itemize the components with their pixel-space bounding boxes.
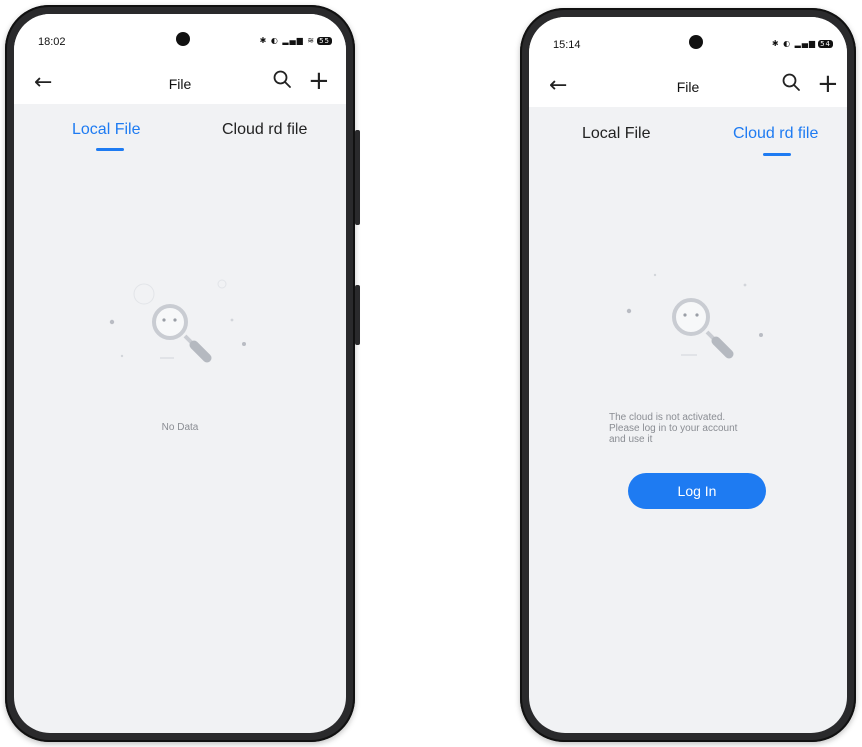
app-bar: ← File +	[529, 67, 847, 107]
message-line: Please log in to your account	[609, 423, 738, 434]
tab-active-indicator	[763, 153, 791, 156]
battery-icon: 54	[818, 40, 833, 48]
app-bar: ← File +	[14, 64, 346, 104]
status-time: 18:02	[38, 36, 66, 48]
plus-icon[interactable]: +	[308, 66, 330, 96]
tab-active-indicator	[96, 148, 124, 151]
cloud-not-activated-message: The cloud is not activated. Please log i…	[609, 412, 789, 445]
phone-left: 18:02 ✱ ◐ ▂▄▆ ≋ 55 ← File + Local File Cl…	[5, 5, 360, 742]
status-icons: ✱ ◐ ▂▄▆ 54	[771, 39, 833, 48]
plus-icon[interactable]: +	[817, 69, 839, 99]
tab-cloud-file[interactable]: Cloud rd file	[222, 121, 307, 139]
power-button	[355, 285, 360, 345]
front-camera	[689, 35, 703, 49]
empty-search-illustration	[605, 255, 775, 385]
volume-button	[355, 130, 360, 225]
status-bar: 15:14 ✱ ◐ ▂▄▆ 54	[529, 17, 847, 67]
log-in-button[interactable]: Log In	[628, 473, 766, 509]
tab-local-file[interactable]: Local File	[72, 121, 140, 139]
screen: 15:14 ✱ ◐ ▂▄▆ 54 ← File + Local File Clou…	[529, 17, 847, 733]
message-line: The cloud is not activated.	[609, 412, 726, 423]
phone-right: 15:14 ✱ ◐ ▂▄▆ 54 ← File + Local File Clou…	[520, 8, 856, 742]
tab-cloud-file[interactable]: Cloud rd file	[733, 125, 818, 143]
front-camera	[176, 32, 190, 46]
page-title: File	[168, 76, 192, 92]
battery-icon: 55	[317, 37, 332, 45]
screen: 18:02 ✱ ◐ ▂▄▆ ≋ 55 ← File + Local File Cl…	[14, 14, 346, 733]
tab-local-file[interactable]: Local File	[582, 125, 650, 143]
message-line: and use it	[609, 434, 653, 445]
search-icon[interactable]	[272, 69, 292, 89]
status-bar: 18:02 ✱ ◐ ▂▄▆ ≋ 55	[14, 14, 346, 64]
status-time: 15:14	[553, 39, 581, 51]
empty-message: No Data	[161, 422, 199, 433]
empty-search-illustration	[104, 272, 264, 392]
status-icons: ✱ ◐ ▂▄▆ ≋ 55	[259, 36, 332, 45]
search-icon[interactable]	[781, 72, 801, 92]
